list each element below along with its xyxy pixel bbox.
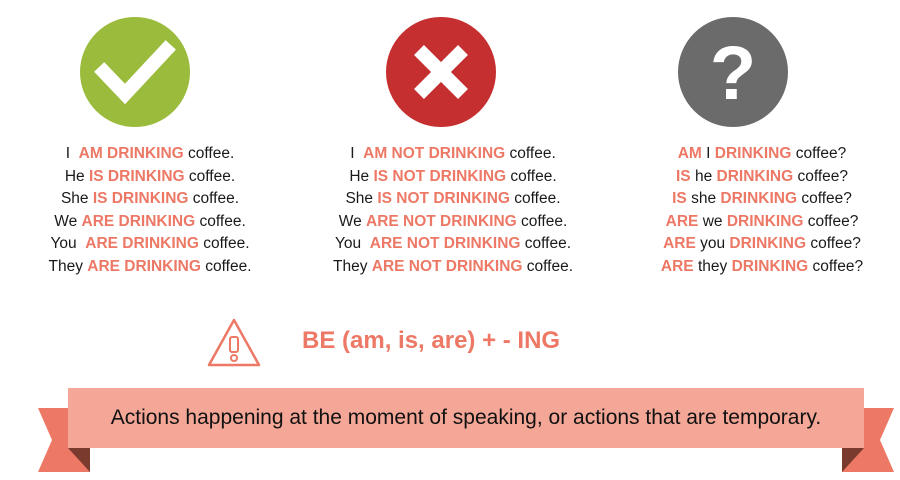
example-sentence: She IS NOT DRINKING coffee. [303,188,603,211]
verb-highlight: ARE DRINKING [81,212,196,230]
example-sentence: He IS NOT DRINKING coffee. [303,166,603,189]
warning-icon [205,316,263,370]
example-sentence: IS she DRINKING coffee? [612,188,900,211]
sentence-text: she [686,190,721,208]
verb-highlight: AM NOT DRINKING [363,145,506,162]
example-sentence: ARE we DRINKING coffee? [612,211,900,234]
verb-highlight: DRINKING [729,235,807,253]
sentence-text: you [695,235,730,253]
verb-highlight: AM DRINKING [78,145,184,162]
check-icon [80,17,190,127]
verb-highlight: DRINKING [716,167,794,185]
example-sentence: IS he DRINKING coffee? [612,166,900,189]
verb-highlight: IS DRINKING [92,190,189,208]
sentence-text: coffee. [509,190,561,208]
verb-highlight: IS DRINKING [88,167,185,185]
verb-highlight: IS [675,167,691,185]
sentence-text: coffee. [516,212,568,230]
example-sentence: You ARE NOT DRINKING coffee. [303,233,603,256]
example-sentence: ARE they DRINKING coffee? [612,256,900,279]
example-sentence: ARE you DRINKING coffee? [612,233,900,256]
verb-highlight: DRINKING [714,145,792,162]
verb-highlight: IS [672,190,687,208]
sentence-text: I [65,145,79,162]
sentence-text: coffee. [183,145,235,162]
example-sentence: You ARE DRINKING coffee. [0,233,300,256]
question-examples: AM I DRINKING coffee? IS he DRINKING coff… [612,143,900,279]
negative-examples: I AM NOT DRINKING coffee. He IS NOT DRINK… [303,143,603,279]
example-sentence: She IS DRINKING coffee. [0,188,300,211]
example-sentence: They ARE DRINKING coffee. [0,256,300,279]
affirmative-examples: I AM DRINKING coffee. He IS DRINKING coff… [0,143,300,279]
verb-highlight: ARE [660,257,694,275]
sentence-text: they [693,257,732,275]
sentence-text: They [48,257,88,275]
example-sentence: They ARE NOT DRINKING coffee. [303,256,603,279]
sentence-text: coffee? [803,212,859,230]
sentence-text: You [50,235,86,253]
sentence-text: coffee. [184,167,236,185]
verb-highlight: ARE NOT DRINKING [369,235,521,253]
sentence-text: coffee. [198,235,250,253]
verb-highlight: DRINKING [720,190,798,208]
verb-highlight: IS NOT DRINKING [377,190,510,208]
sentence-text: coffee. [200,257,252,275]
sentence-text: coffee. [188,190,240,208]
sentence-text: coffee. [522,257,574,275]
sentence-text: coffee? [791,145,847,162]
verb-highlight: ARE DRINKING [87,257,201,275]
definition-banner: Actions happening at the moment of speak… [38,388,894,474]
sentence-text: He [64,167,89,185]
definition-text: Actions happening at the moment of speak… [110,406,822,429]
example-sentence: I AM NOT DRINKING coffee. [303,143,603,166]
sentence-text: coffee? [806,235,861,253]
verb-highlight: ARE DRINKING [85,235,199,253]
question-icon: ? [678,17,788,127]
sentence-text: She [345,190,378,208]
sentence-text: I [350,145,364,162]
verb-highlight: ARE NOT DRINKING [371,257,523,275]
sentence-text: They [332,257,372,275]
sentence-text: He [349,167,374,185]
verb-highlight: IS NOT DRINKING [373,167,507,185]
verb-highlight: DRINKING [731,257,809,275]
sentence-text: he [690,167,717,185]
example-sentence: We ARE DRINKING coffee. [0,211,300,234]
sentence-text: we [698,212,727,230]
sentence-text: We [338,212,366,230]
cross-icon [386,17,496,127]
sentence-text: coffee? [793,167,849,185]
verb-highlight: ARE [663,235,696,253]
sentence-text: coffee. [520,235,572,253]
verb-highlight: DRINKING [726,212,804,230]
sentence-text: I [701,145,715,162]
verb-highlight: ARE NOT DRINKING [366,212,517,230]
example-sentence: AM I DRINKING coffee? [612,143,900,166]
verb-highlight: AM [677,145,702,162]
sentence-text: coffee? [797,190,852,208]
sentence-text: We [54,212,82,230]
example-sentence: We ARE NOT DRINKING coffee. [303,211,603,234]
sentence-text: She [60,190,93,208]
example-sentence: I AM DRINKING coffee. [0,143,300,166]
sentence-text: coffee. [506,167,557,185]
sentence-text: coffee. [505,145,556,162]
svg-text:?: ? [710,31,756,116]
sentence-text: coffee? [808,257,864,275]
verb-highlight: ARE [665,212,699,230]
example-sentence: He IS DRINKING coffee. [0,166,300,189]
sentence-text: coffee. [195,212,246,230]
formula: BE (am, is, are) + - ING [302,327,561,354]
sentence-text: You [334,235,370,253]
